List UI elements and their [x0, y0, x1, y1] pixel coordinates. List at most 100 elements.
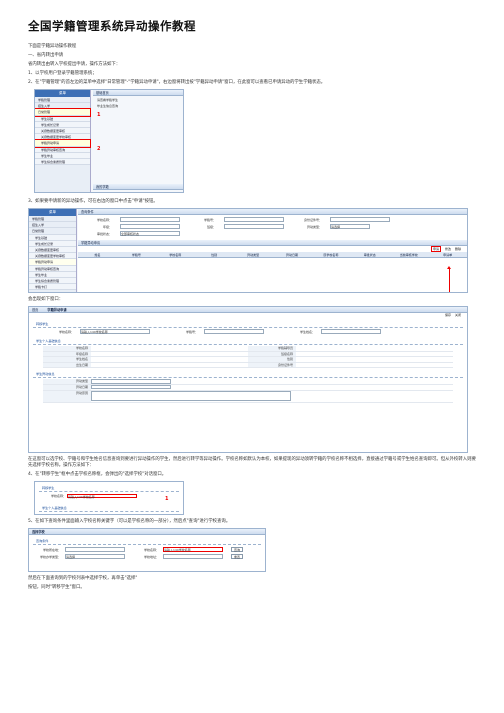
student-id-field[interactable] [204, 329, 265, 334]
status-select[interactable]: 全部审核状态 [120, 231, 180, 236]
step-5: 5、在如下查询条件里面输入学校名称关键字（可以是学校名称的一部分），然后点"查询… [28, 519, 231, 524]
col-header: 学校名称 [169, 253, 182, 257]
type-select[interactable]: 请选择 [65, 554, 125, 559]
class-input[interactable] [224, 224, 284, 229]
screenshot-school-field: 转移学生 学校名称： 请输入140学校名称 1 学生个人基础信息 [34, 481, 184, 515]
field-label: 学籍号： [186, 330, 199, 334]
location-input[interactable] [65, 547, 125, 552]
field-label: 异动类型： [306, 225, 322, 229]
student-id-input[interactable] [224, 217, 284, 222]
col-header: 姓名 [94, 253, 101, 257]
col-header: 当前审核学校 [399, 253, 418, 257]
tab-apply[interactable]: 学籍异动申请 [47, 308, 66, 312]
step-1: 1、以学校用户登录学籍管理系统； [28, 71, 97, 76]
field-label: 年级： [102, 225, 112, 229]
search-bar: 查询条件 [33, 537, 261, 545]
save-button[interactable]: 保存 [445, 313, 451, 317]
col-header: 异动类型 [247, 253, 260, 257]
field-label: 学校名称： [59, 330, 75, 334]
change-date-input[interactable] [91, 384, 171, 390]
move-row: 学校名称： 请输入140学校名称 学籍号： 学生姓名： [29, 329, 467, 335]
step-4: 4、在"转移学生"框中点击学校名称框，会弹出的"选择学校"对话窗口。 [28, 472, 167, 477]
page-title: 全国学籍管理系统异动操作教程 [28, 19, 196, 33]
col-header: 性别 [211, 253, 218, 257]
popup-intro: 会出现如下窗口： [28, 297, 64, 302]
screenshot-list: 菜单 学籍管理 招生入学 日常管理 学生基础 学生成长记录 关键数据变更审核 关… [28, 208, 468, 293]
popup-desc: 在这窗可以选学校、学籍号和学生姓名信息查询到要进行异动操作的学生，然后进行转学等… [28, 457, 476, 468]
content-pane: 查询条件 学校名称： 学籍号： 身份证件号： 年级： 班级： 异动类型： 请选择 … [78, 209, 467, 292]
reset-button[interactable]: 重置 [231, 554, 244, 559]
table-header: 姓名 学籍号 学校名称 性别 异动类型 异动日期 原学校名称 审批状态 当前审核… [78, 252, 467, 258]
col-header: 审批状态 [363, 253, 376, 257]
school-name-field[interactable]: 请输入140学校名称 [66, 493, 137, 499]
menu-header: 菜单 [35, 90, 90, 97]
search-form: 学校名称： 学籍号： 身份证件号： 年级： 班级： 异动类型： 请选择 审批状态：… [78, 215, 467, 240]
tab-mine[interactable]: 我的学籍 [93, 184, 183, 190]
id-card-input[interactable] [330, 217, 390, 222]
intro-text: 下面是学籍异动操作教程 [28, 44, 77, 49]
field-label: 学校名称： [143, 548, 159, 552]
grade-input[interactable] [120, 224, 180, 229]
marker-1: 1 [165, 496, 169, 502]
step-2: 2、在"学籍管理"的首左边的菜单中选择"日常管理"-"学籍异动申请"，右边窗将转… [28, 80, 326, 85]
screenshot-apply-form: 首页 学籍异动申请 保存 关闭 转移学生 学校名称： 请输入140学校名称 学籍… [28, 306, 468, 453]
section-heading: 一、省内转出申请 [28, 53, 64, 58]
section-info: 学生个人基础信息 [33, 337, 463, 345]
tab-home[interactable]: 首页 [32, 308, 38, 312]
note: 请查看学籍学生 [97, 98, 119, 102]
screenshot-select-school: 选择学校 查询条件 学校所在地： 学校名称： 请输入140学校名称 查询 学校办学… [28, 528, 266, 572]
marker-1: 1 [97, 112, 101, 118]
change-type-select[interactable] [91, 379, 171, 384]
field-label: 学生姓名： [300, 330, 316, 334]
side-menu: 菜单 学籍管理 招生入学 日常管理 学生基础 学生成长记录 关键数据变更审核 关… [35, 90, 91, 192]
menu-header: 菜单 [29, 209, 76, 216]
col-header: 申请单 [443, 253, 453, 257]
info-row: 出生日期 身份证件号 [43, 362, 453, 369]
section-change: 学生异动信息 [33, 370, 463, 379]
menu-item[interactable]: 学籍卡打 [29, 284, 76, 291]
section-move: 转移学生 [39, 484, 179, 492]
address-input[interactable] [163, 554, 223, 559]
close-button[interactable]: 关闭 [455, 313, 461, 317]
field-label: 学校地址： [143, 555, 159, 559]
final-text-2: 按钮，同时"转移学生"窗口。 [28, 585, 85, 590]
marker-2: 2 [97, 146, 101, 152]
change-reason-input[interactable] [91, 390, 291, 401]
col-header: 学籍号 [131, 253, 141, 257]
school-name-field[interactable]: 请输入140学校名称 [80, 329, 151, 334]
field-label: 学校名称： [96, 218, 112, 222]
dialog-title: 选择学校 [29, 529, 265, 535]
field-label: 学籍号： [203, 218, 216, 222]
form-toolbar: 保存 关闭 [29, 313, 467, 318]
delete-button[interactable]: 删除 [455, 247, 461, 251]
search-form: 学校所在地： 学校名称： 请输入140学校名称 查询 学校办学类型： 请选择 学校地… [29, 546, 265, 562]
col-header: 异动日期 [285, 253, 298, 257]
type-select[interactable]: 请选择 [330, 224, 370, 229]
arrow-pointer [447, 266, 451, 292]
change-row: 异动原因 [43, 390, 453, 403]
student-name-field[interactable] [321, 329, 382, 334]
edit-button[interactable]: 修改 [445, 247, 451, 251]
col-header: 原学校名称 [323, 253, 339, 257]
field-label: 审批状态： [96, 232, 112, 236]
note: 毕业生信息查询 [97, 104, 119, 108]
school-row: 学校名称： 请输入140学校名称 [35, 493, 183, 500]
screenshot-menu: 菜单 学籍管理 招生入学 日常管理 学生基础 学生成长记录 关键数据变更审核 关… [34, 89, 184, 193]
field-label: 学校所在地： [42, 548, 61, 552]
field-label: 班级： [206, 225, 216, 229]
field-label: 学校名称： [51, 494, 67, 498]
document-page: 全国学籍管理系统异动操作教程 下面是学籍异动操作教程 一、省内转出申请 省内转出… [0, 0, 504, 713]
menu-item[interactable]: 学生综合素质管理 [35, 158, 90, 166]
section-move: 转移学生 [33, 320, 463, 328]
query-button[interactable]: 查询 [231, 547, 244, 552]
final-text: 然后在下面查询到的学校列表中选择学校，再单击"选择" [28, 576, 138, 581]
school-name-input[interactable]: 请输入140学校名称 [163, 547, 223, 552]
section-desc: 省内转出由转入学校提出申请，操作方法如下： [28, 62, 121, 67]
school-input[interactable] [120, 217, 180, 222]
field-label: 身份证件号： [303, 218, 322, 222]
side-menu: 菜单 学籍管理 招生入学 日常管理 学生基础 学生成长记录 关键数据变更审核 关… [29, 209, 77, 292]
field-label: 学校办学类型： [39, 555, 61, 559]
section-info: 学生个人基础信息 [39, 504, 179, 512]
content-pane: 基础首页 请查看学籍学生 毕业生信息查询 我的学籍 [93, 90, 183, 190]
step-3: 3、如果要申请新的异动操作，可在右边的窗口中点击"申请"按钮。 [28, 199, 158, 204]
